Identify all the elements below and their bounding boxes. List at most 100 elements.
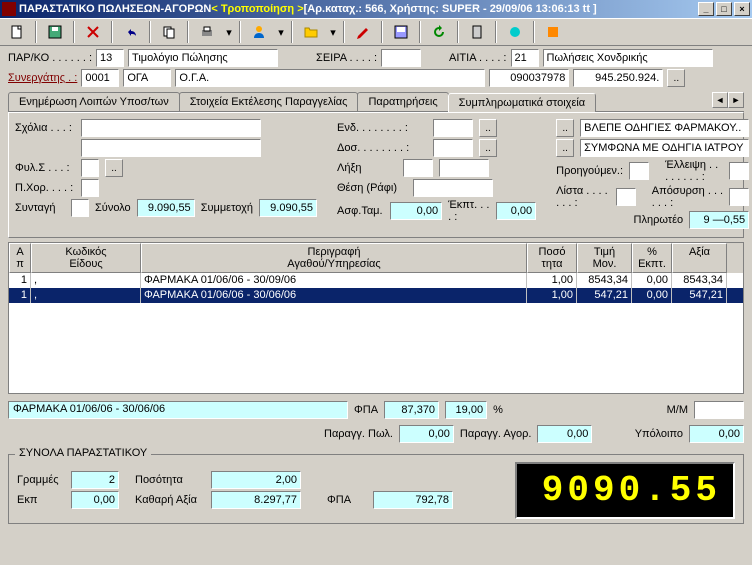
table-row[interactable]: 1,ΦΑΡΜΑΚΑ 01/06/06 - 30/09/061,008543,34… — [9, 273, 743, 288]
parko-desc-input[interactable] — [128, 49, 278, 67]
print-dropdown-icon[interactable]: ▾ — [223, 20, 235, 44]
gh-timi[interactable]: ΤιμήΜον. — [577, 243, 632, 273]
end-label: Ενδ. . . . . . . . : — [337, 122, 427, 134]
gh-ekpt[interactable]: %Εκπτ. — [632, 243, 672, 273]
tab-prev-button[interactable]: ◄ — [712, 92, 728, 108]
edit-icon[interactable] — [349, 20, 377, 44]
gh-aksia[interactable]: Αξία — [672, 243, 727, 273]
folder-dropdown-icon[interactable]: ▾ — [327, 20, 339, 44]
user-dropdown-icon[interactable]: ▾ — [275, 20, 287, 44]
sxolia-input-1[interactable] — [81, 119, 261, 137]
save-icon[interactable] — [41, 20, 69, 44]
aitia-desc-input[interactable] — [543, 49, 713, 67]
gh-pos[interactable]: Ποσότητα — [527, 243, 577, 273]
fyls-button[interactable]: .. — [105, 159, 123, 177]
note1-input[interactable] — [580, 119, 749, 137]
asftam-label: Ασφ.Ταμ. — [337, 205, 384, 217]
fpa-input[interactable] — [384, 401, 439, 419]
note2-input[interactable] — [580, 139, 749, 157]
syn-name-input[interactable] — [123, 69, 171, 87]
folder-icon[interactable] — [297, 20, 325, 44]
totals-title: ΣΥΝΟΛΑ ΠΑΡΑΣΤΑΤΙΚΟΥ — [15, 447, 151, 459]
asftam-input[interactable] — [390, 202, 442, 220]
ypoloipo-label: Υπόλοιπο — [635, 428, 683, 440]
posotita-label: Ποσότητα — [135, 474, 205, 486]
note1-button[interactable]: .. — [556, 119, 574, 137]
paraggagor-input[interactable] — [537, 425, 592, 443]
aitia-label: ΑΙΤΙΑ . . . . : — [449, 52, 506, 64]
syn-more-button[interactable]: .. — [667, 69, 685, 87]
refresh-icon[interactable] — [425, 20, 453, 44]
sxolia-input-2[interactable] — [81, 139, 261, 157]
seira-input[interactable] — [381, 49, 421, 67]
detail-desc: ΦΑΡΜΑΚΑ 01/06/06 - 30/06/06 — [8, 401, 348, 419]
gh-ap[interactable]: Απ — [9, 243, 31, 273]
end-button[interactable]: .. — [479, 119, 497, 137]
fyls-label: Φυλ.Σ . . . : — [15, 162, 75, 174]
titlebar: ΠΑΡΑΣΤΑΤΙΚΟ ΠΩΛΗΣΕΩΝ-ΑΓΟΡΩΝ < Τροποποίησ… — [0, 0, 752, 18]
note2-button[interactable]: .. — [556, 139, 574, 157]
liksi-1[interactable] — [403, 159, 433, 177]
syn-phone-input[interactable] — [573, 69, 663, 87]
end-input[interactable] — [433, 119, 473, 137]
pxor-input[interactable] — [81, 179, 99, 197]
syntagi-input[interactable] — [71, 199, 89, 217]
tool1-icon[interactable] — [463, 20, 491, 44]
tool2-icon[interactable] — [501, 20, 529, 44]
tab-2[interactable]: Παρατηρήσεις — [357, 92, 448, 111]
symmetohi-input[interactable] — [259, 199, 317, 217]
maximize-button[interactable]: □ — [716, 2, 732, 16]
print-icon[interactable] — [193, 20, 221, 44]
tab-3[interactable]: Συμπληρωματικά στοιχεία — [448, 93, 597, 112]
gh-per[interactable]: ΠεριγραφήΑγαθού/Υπηρεσίας — [141, 243, 527, 273]
posotita-input — [211, 471, 301, 489]
table-row[interactable]: 1,ΦΑΡΜΑΚΑ 01/06/06 - 30/06/061,00547,210… — [9, 288, 743, 303]
syn-num-input[interactable] — [489, 69, 569, 87]
fyls-input[interactable] — [81, 159, 99, 177]
aitia-code-input[interactable] — [511, 49, 539, 67]
sxolia-label: Σχόλια . . . : — [15, 122, 75, 134]
aposyrsi-input[interactable] — [729, 188, 749, 206]
tab-next-button[interactable]: ► — [728, 92, 744, 108]
fpa-pct-input[interactable] — [445, 401, 487, 419]
mm-input[interactable] — [694, 401, 744, 419]
ekpt2-input[interactable] — [496, 202, 536, 220]
tab-1[interactable]: Στοιχεία Εκτέλεσης Παραγγελίας — [179, 92, 359, 111]
undo-icon[interactable] — [117, 20, 145, 44]
paraggpol-input[interactable] — [399, 425, 454, 443]
totfpa-input — [373, 491, 453, 509]
syn-code-input[interactable] — [81, 69, 119, 87]
tab-0[interactable]: Ενημέρωση Λοιπών Υποσ/των — [8, 92, 180, 111]
ekp-label: Εκπ — [17, 494, 65, 506]
disk-icon[interactable] — [387, 20, 415, 44]
ypoloipo-input[interactable] — [689, 425, 744, 443]
proig-input[interactable] — [629, 162, 649, 180]
dos-input[interactable] — [433, 139, 473, 157]
elleipsi-label: Έλλειψη . . . . . . . . : — [665, 159, 723, 183]
minimize-button[interactable]: _ — [698, 2, 714, 16]
tool3-icon[interactable] — [539, 20, 567, 44]
syn-field-input[interactable] — [175, 69, 485, 87]
synergatis-label[interactable]: Συνεργάτης . : — [8, 72, 77, 84]
synolo-label: Σύνολο — [95, 202, 131, 214]
totals-group: ΣΥΝΟΛΑ ΠΑΡΑΣΤΑΤΙΚΟΥ Γραμμές Ποσότητα Εκπ… — [8, 454, 744, 524]
synolo-input[interactable] — [137, 199, 195, 217]
new-icon[interactable] — [3, 20, 31, 44]
close-button[interactable]: × — [734, 2, 750, 16]
grammes-input — [71, 471, 119, 489]
lista-input[interactable] — [616, 188, 636, 206]
thesi-input[interactable] — [413, 179, 493, 197]
copy-icon[interactable] — [155, 20, 183, 44]
grid-body[interactable]: 1,ΦΑΡΜΑΚΑ 01/06/06 - 30/09/061,008543,34… — [9, 273, 743, 393]
app-icon — [2, 2, 16, 16]
user-icon[interactable] — [245, 20, 273, 44]
delete-icon[interactable] — [79, 20, 107, 44]
plhrwteo-input[interactable] — [689, 211, 749, 229]
elleipsi-input[interactable] — [729, 162, 749, 180]
dos-button[interactable]: .. — [479, 139, 497, 157]
gh-kod[interactable]: ΚωδικόςΕίδους — [31, 243, 141, 273]
fpa-label: ΦΠΑ — [354, 404, 378, 416]
liksi-2[interactable] — [439, 159, 489, 177]
title-main: ΠΑΡΑΣΤΑΤΙΚΟ ΠΩΛΗΣΕΩΝ-ΑΓΟΡΩΝ — [19, 3, 211, 15]
parko-code-input[interactable] — [96, 49, 124, 67]
